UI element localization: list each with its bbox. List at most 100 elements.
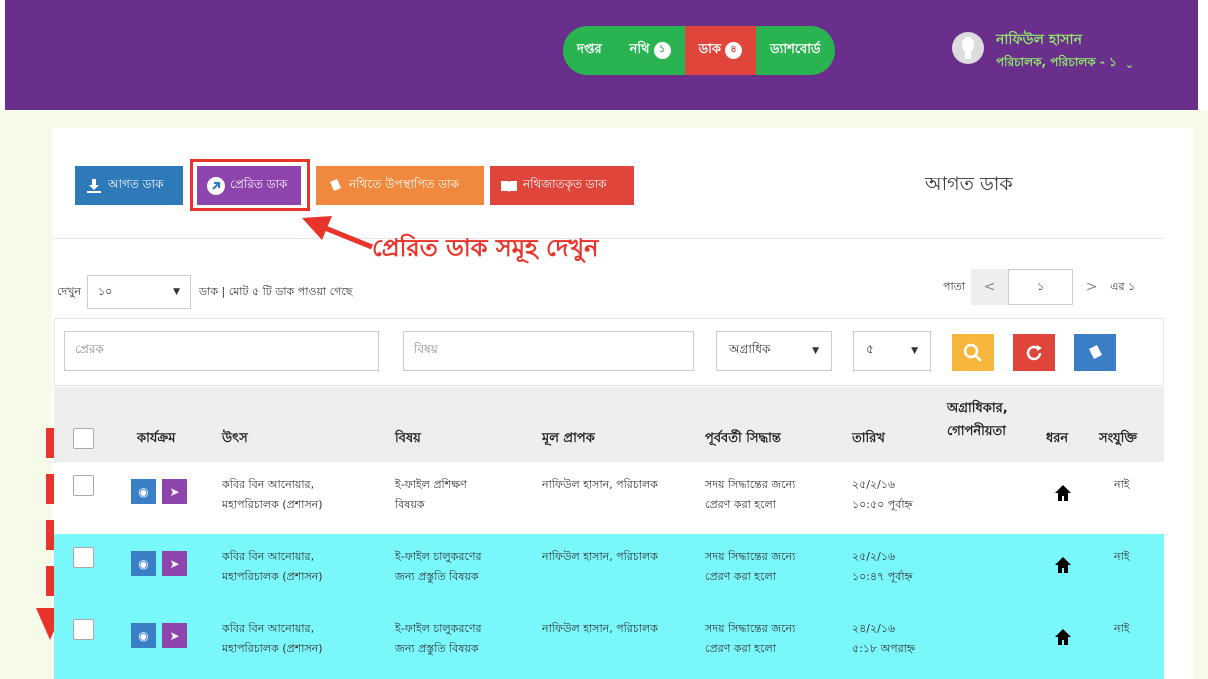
cell-subject: ই-ফাইল প্রশিক্ষণ বিষয়ক	[395, 475, 467, 515]
decision-line: প্রেরণ করা হলো	[705, 570, 776, 583]
pager-label: পাতা	[943, 279, 966, 293]
cell-attachment: নাই	[1114, 478, 1130, 491]
col-type: ধরন	[1046, 431, 1069, 446]
view-button[interactable]: ◉	[131, 623, 156, 648]
cell-receiver: নাফিউল হাসান, পরিচালক	[542, 550, 658, 563]
page-length-value: ১০	[98, 284, 113, 298]
annotation-text: প্রেরিত ডাক সমূহ দেখুন	[372, 234, 599, 262]
length-prefix: দেখুন	[57, 284, 82, 298]
date-line: ১০:৫০ পূর্বাহ্ন	[852, 498, 913, 511]
length-summary: ডাক | মোট ৫ টি ডাক পাওয়া গেছে	[199, 284, 353, 298]
row-checkbox[interactable]	[73, 619, 94, 640]
subject-line: ই-ফাইল প্রশিক্ষণ	[395, 478, 467, 491]
cell-source: কবির বিন আনোয়ার, মহাপরিচালক (প্রশাসন)	[222, 619, 323, 659]
col-date: তারিখ	[852, 431, 885, 446]
forward-button[interactable]: ➤	[162, 551, 187, 576]
subject-line: ই-ফাইল চালুকরণের	[395, 550, 482, 563]
count-select-value: ৫	[866, 342, 874, 356]
caret-down-icon: ▼	[812, 346, 819, 356]
home-icon	[1055, 629, 1071, 645]
source-line: কবির বিন আনোয়ার,	[222, 478, 315, 491]
col-receiver: মূল প্রাপক	[542, 431, 595, 446]
decision-line: প্রেরণ করা হলো	[705, 498, 776, 511]
source-line: কবির বিন আনোয়ার,	[222, 550, 315, 563]
cell-subject: ই-ফাইল চালুকরণের জন্য প্রস্তুতি বিষয়ক	[395, 547, 482, 587]
select-all-checkbox[interactable]	[73, 428, 94, 449]
cell-decision: সদয় সিদ্ধান্তের জন্যে প্রেরণ করা হলো	[705, 547, 795, 587]
search-button[interactable]	[952, 334, 994, 371]
table-row[interactable]: ◉ ➤ কবির বিন আনোয়ার, মহাপরিচালক (প্রশাসন…	[54, 606, 1164, 679]
page-length-select[interactable]: ১০ ▼	[87, 275, 192, 309]
cell-attachment: নাই	[1114, 622, 1130, 635]
cell-subject: ই-ফাইল চালুকরণের জন্য প্রস্তুতি বিষয়ক	[395, 619, 482, 659]
home-icon	[1055, 485, 1071, 501]
subject-line: জন্য প্রস্তুতি বিষয়ক	[395, 642, 479, 655]
pagination: পাতা < ১ > এর ১	[943, 269, 1135, 305]
date-line: ২৪/২/১৬	[852, 622, 896, 635]
table-row[interactable]: ◉ ➤ কবির বিন আনোয়ার, মহাপরিচালক (প্রশাসন…	[54, 534, 1164, 606]
cell-date: ২৫/২/১৬ ১০:৫০ পূর্বাহ্ন	[852, 475, 913, 515]
date-line: ৫:১৮ অপরাহ্ন	[852, 642, 916, 655]
search-icon	[963, 343, 982, 362]
date-line: ২৫/২/১৬	[852, 478, 896, 491]
caret-down-icon: ▼	[911, 346, 918, 356]
subject-search-input[interactable]: বিষয়	[403, 331, 694, 371]
refresh-icon	[1026, 344, 1042, 360]
count-select[interactable]: ৫ ▼	[853, 331, 931, 371]
pager-total: এর ১	[1110, 279, 1136, 293]
col-priority: অগ্রাধিকার, গোপনীয়তা	[947, 401, 1008, 439]
source-line: মহাপরিচালক (প্রশাসন)	[222, 498, 323, 511]
row-checkbox[interactable]	[73, 475, 94, 496]
caret-down-icon: ▼	[173, 287, 181, 297]
decision-line: সদয় সিদ্ধান্তের জন্যে	[705, 478, 796, 491]
home-icon	[1055, 557, 1071, 573]
cell-source: কবির বিন আনোয়ার, মহাপরিচালক (প্রশাসন)	[222, 475, 323, 515]
date-line: ২৫/২/১৬	[852, 550, 896, 563]
cell-source: কবির বিন আনোয়ার, মহাপরিচালক (প্রশাসন)	[222, 547, 323, 587]
forward-button[interactable]: ➤	[162, 623, 187, 648]
subject-line: ই-ফাইল চালুকরণের	[395, 622, 482, 635]
cell-receiver: নাফিউল হাসান, পরিচালক	[542, 622, 658, 635]
decision-line: সদয় সিদ্ধান্তের জন্যে	[705, 622, 796, 635]
table-header: কার্যক্রম উৎস বিষয় মূল প্রাপক পূর্ববর্ত…	[54, 387, 1164, 462]
cell-date: ২৫/২/১৬ ১০:৪৭ পূর্বাহ্ন	[852, 547, 913, 587]
col-decision: পূর্ববর্তী সিদ্ধান্ত	[705, 431, 781, 446]
document-icon	[1089, 344, 1102, 359]
globe-icon: ◉	[138, 628, 149, 643]
col-source: উৎস	[222, 431, 248, 446]
table-row[interactable]: ◉ ➤ কবির বিন আনোয়ার, মহাপরিচালক (প্রশাসন…	[54, 462, 1164, 534]
sender-search-input[interactable]: প্রেরক	[64, 331, 379, 371]
row-checkbox[interactable]	[73, 547, 94, 568]
source-line: কবির বিন আনোয়ার,	[222, 622, 315, 635]
paper-plane-icon: ➤	[169, 556, 180, 571]
annotation-arrow-icon	[302, 216, 373, 250]
paper-plane-icon: ➤	[169, 628, 180, 643]
priority-select-value: অগ্রাধিক	[729, 342, 771, 356]
globe-icon: ◉	[138, 556, 149, 571]
view-button[interactable]: ◉	[131, 551, 156, 576]
source-line: মহাপরিচালক (প্রশাসন)	[222, 570, 323, 583]
export-button[interactable]	[1074, 334, 1116, 371]
subject-line: জন্য প্রস্তুতি বিষয়ক	[395, 570, 479, 583]
globe-icon: ◉	[138, 484, 149, 499]
decision-line: সদয় সিদ্ধান্তের জন্যে	[705, 550, 796, 563]
col-subject: বিষয়	[395, 431, 421, 446]
cell-date: ২৪/২/১৬ ৫:১৮ অপরাহ্ন	[852, 619, 915, 659]
paper-plane-icon: ➤	[169, 484, 180, 499]
forward-button[interactable]: ➤	[162, 479, 187, 504]
cell-decision: সদয় সিদ্ধান্তের জন্যে প্রেরণ করা হলো	[705, 619, 795, 659]
next-page-button[interactable]: >	[1073, 269, 1111, 305]
source-line: মহাপরিচালক (প্রশাসন)	[222, 642, 323, 655]
view-button[interactable]: ◉	[131, 479, 156, 504]
page-number-input[interactable]: ১	[1008, 269, 1074, 305]
decision-line: প্রেরণ করা হলো	[705, 642, 776, 655]
reset-button[interactable]	[1013, 334, 1055, 371]
priority-select[interactable]: অগ্রাধিক ▼	[716, 331, 832, 371]
length-row: দেখুন ১০ ▼ ডাক | মোট ৫ টি ডাক পাওয়া গেছ…	[57, 275, 352, 309]
cell-attachment: নাই	[1114, 550, 1130, 563]
prev-page-button[interactable]: <	[971, 269, 1009, 305]
date-line: ১০:৪৭ পূর্বাহ্ন	[852, 570, 913, 583]
cell-receiver: নাফিউল হাসান, পরিচালক	[542, 478, 658, 491]
cell-decision: সদয় সিদ্ধান্তের জন্যে প্রেরণ করা হলো	[705, 475, 795, 515]
col-attachment: সংযুক্তি	[1099, 431, 1138, 446]
